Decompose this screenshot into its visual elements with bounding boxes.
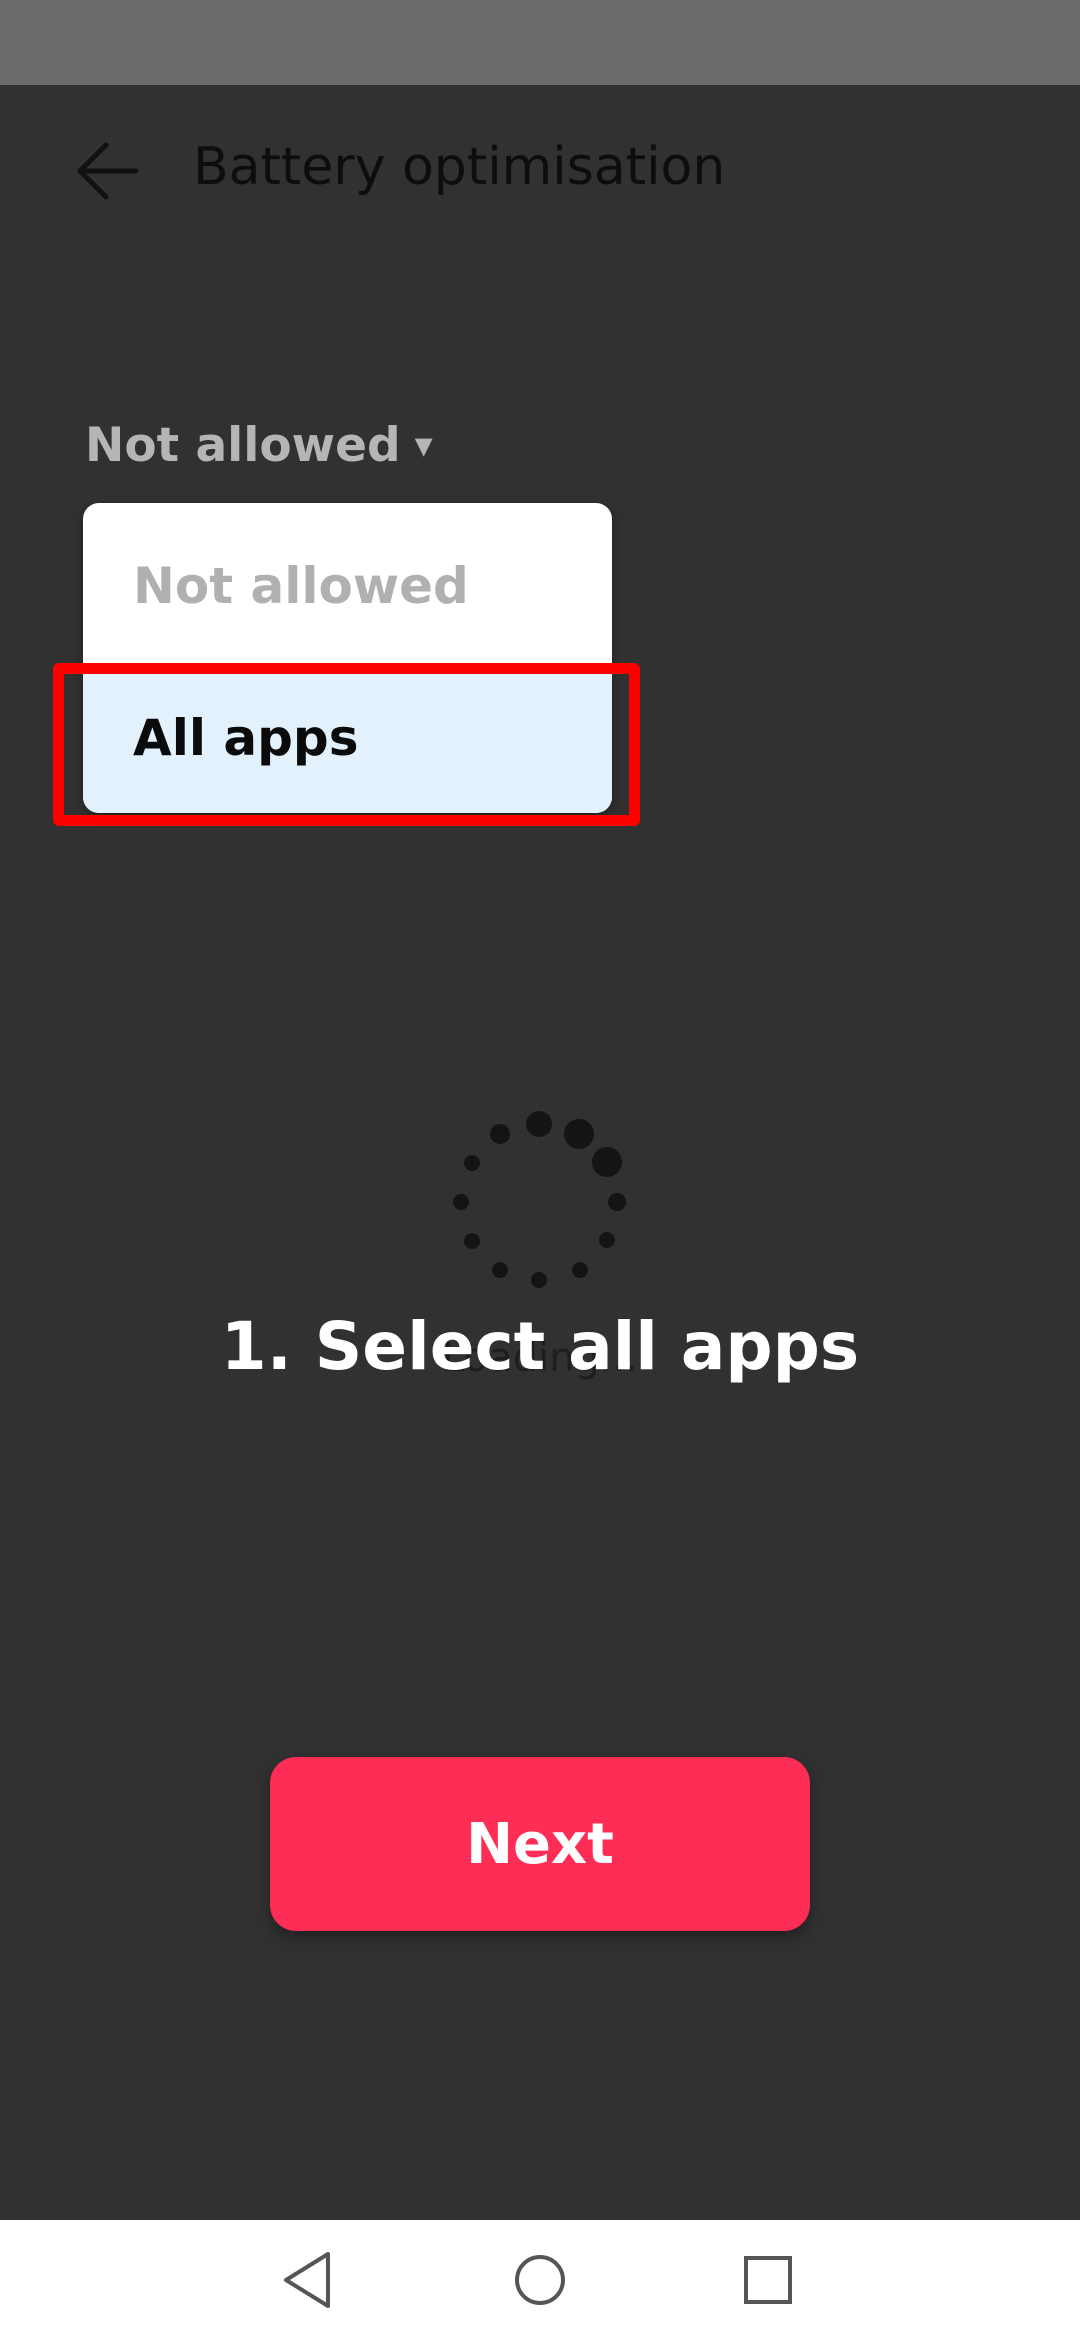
- square-recents-icon: [744, 2256, 792, 2304]
- filter-dropdown[interactable]: Not allowed ▾: [85, 410, 433, 480]
- instruction-text: 1. Select all apps: [220, 1308, 860, 1385]
- triangle-back-icon: [284, 2252, 330, 2308]
- arrow-left-icon: [77, 142, 139, 200]
- nav-home-button[interactable]: [504, 2244, 576, 2316]
- filter-selected-label: Not allowed: [85, 417, 401, 473]
- circle-home-icon: [515, 2255, 565, 2305]
- status-bar: [0, 0, 1080, 85]
- menu-item-not-allowed[interactable]: Not allowed: [83, 511, 612, 661]
- navigation-bar: [0, 2220, 1080, 2340]
- nav-recents-button[interactable]: [732, 2244, 804, 2316]
- nav-back-button[interactable]: [272, 2244, 344, 2316]
- next-button[interactable]: Next: [270, 1757, 810, 1931]
- dropdown-menu: Not allowed All apps: [83, 503, 612, 813]
- menu-item-all-apps[interactable]: All apps: [83, 663, 612, 813]
- loading-spinner-icon: [453, 1111, 626, 1288]
- app-header: Battery optimisation: [0, 85, 1080, 255]
- page-title: Battery optimisation: [193, 137, 726, 197]
- back-button[interactable]: [62, 125, 154, 217]
- caret-down-icon: ▾: [414, 424, 433, 466]
